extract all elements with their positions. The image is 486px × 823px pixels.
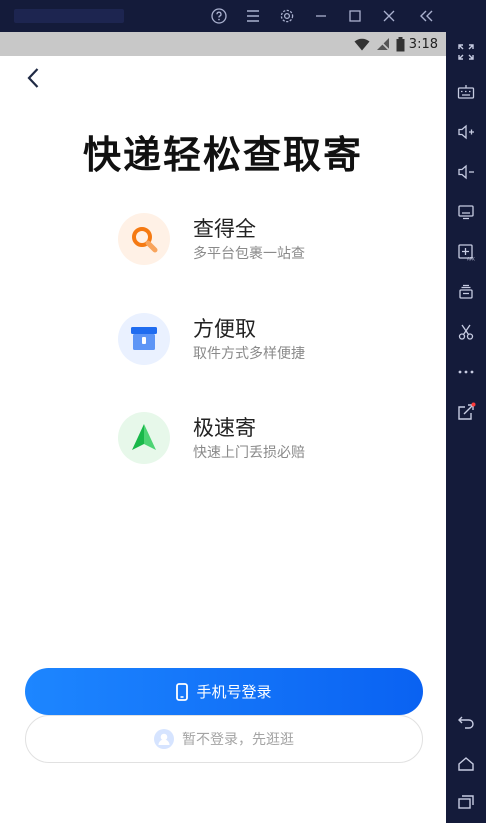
no-signal-icon (376, 37, 390, 51)
help-icon[interactable] (202, 0, 236, 32)
emulator-sidebar: APK (446, 0, 486, 823)
skip-login-label: 暂不登录，先逛逛 (182, 732, 294, 748)
fullscreen-icon[interactable] (446, 37, 486, 67)
phone-login-label: 手机号登录 (196, 683, 272, 701)
scissors-icon[interactable] (446, 317, 486, 347)
keyboard-icon[interactable] (446, 77, 486, 107)
recent-apps-icon[interactable] (446, 787, 486, 817)
feature-item-query: 查得全 多平台包裹一站查 (118, 213, 378, 269)
apk-install-icon[interactable]: APK (446, 237, 486, 267)
volume-up-icon[interactable] (446, 117, 486, 147)
phone-login-button[interactable]: 手机号登录 (25, 668, 423, 715)
double-chevron-left-icon[interactable] (406, 0, 446, 32)
android-status-bar: 3:18 (0, 32, 446, 56)
settings-icon[interactable] (270, 0, 304, 32)
parcel-box-icon (118, 313, 170, 365)
phone-icon (176, 682, 189, 701)
volume-down-icon[interactable] (446, 157, 486, 187)
window-title-redacted (14, 9, 124, 23)
emulator-titlebar (0, 0, 446, 32)
home-icon[interactable] (446, 749, 486, 779)
titlebar-controls (202, 0, 446, 32)
share-icon[interactable] (446, 397, 486, 427)
maximize-icon[interactable] (338, 0, 372, 32)
feature-item-pickup: 方便取 取件方式多样便捷 (118, 313, 378, 369)
app-screen: 快递轻松查取寄 查得全 多平台包裹一站查 方便取 取件方式多样便捷 极速寄 快速… (0, 56, 446, 823)
wifi-icon (354, 38, 370, 51)
menu-icon[interactable] (236, 0, 270, 32)
feature-subtitle: 快速上门丢损必赔 (193, 445, 305, 461)
feature-item-send: 极速寄 快速上门丢损必赔 (118, 412, 378, 468)
back-icon[interactable] (446, 707, 486, 737)
user-avatar-icon (154, 729, 174, 749)
layers-icon[interactable] (446, 277, 486, 307)
feature-subtitle: 取件方式多样便捷 (193, 346, 305, 362)
screen-icon[interactable] (446, 197, 486, 227)
skip-login-button[interactable]: 暂不登录，先逛逛 (25, 715, 423, 763)
more-icon[interactable] (446, 357, 486, 387)
feature-title: 查得全 (193, 217, 256, 241)
paper-plane-icon (118, 412, 170, 464)
page-title: 快递轻松查取寄 (82, 133, 363, 177)
battery-icon (396, 36, 405, 52)
feature-title: 方便取 (193, 317, 256, 341)
back-arrow-icon[interactable] (22, 66, 46, 90)
minimize-icon[interactable] (304, 0, 338, 32)
svg-text:APK: APK (467, 257, 475, 262)
close-icon[interactable] (372, 0, 406, 32)
status-time: 3:18 (408, 36, 438, 52)
feature-title: 极速寄 (193, 416, 256, 440)
magnifier-icon (118, 213, 170, 265)
feature-subtitle: 多平台包裹一站查 (193, 246, 305, 262)
